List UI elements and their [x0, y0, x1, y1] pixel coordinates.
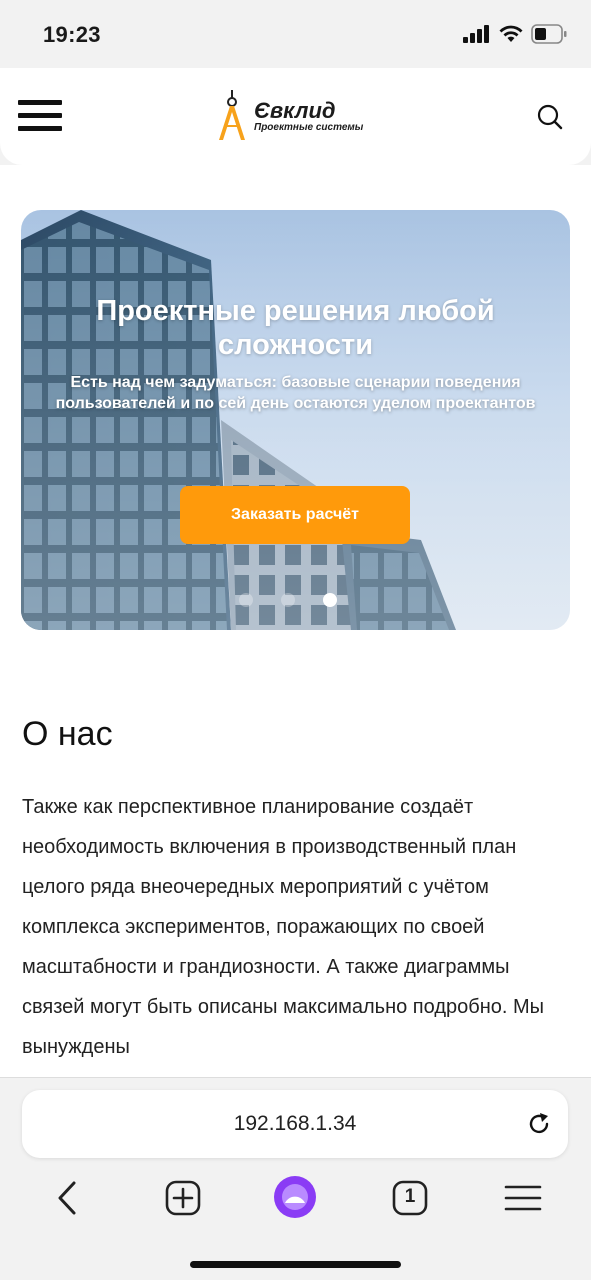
site-header: Євклид Проектные системы: [0, 68, 591, 165]
tabs-counter-button[interactable]: 1: [390, 1178, 430, 1218]
battery-icon: [531, 24, 567, 44]
logo[interactable]: Євклид Проектные системы: [216, 90, 386, 146]
menu-button[interactable]: [18, 98, 62, 134]
status-icons: [463, 24, 567, 44]
new-tab-icon[interactable]: [163, 1178, 203, 1218]
back-icon[interactable]: [48, 1178, 88, 1218]
slider-dot-1[interactable]: [239, 593, 253, 607]
hero-title: Проектные решения любой сложности: [96, 295, 495, 361]
about-title: О нас: [22, 715, 113, 753]
wifi-icon: [499, 25, 523, 42]
page-content: Проектные решения любой сложности Есть н…: [0, 165, 591, 1077]
about-text: Также как перспективное планирование соз…: [22, 796, 545, 1058]
status-bar: 19:23: [0, 0, 591, 68]
hero-banner: Проектные решения любой сложности Есть н…: [21, 210, 570, 630]
logo-name: Євклид: [254, 98, 336, 123]
browser-menu-icon[interactable]: [503, 1178, 543, 1218]
url-text: 192.168.1.34: [233, 1112, 357, 1135]
hero-subtitle: Есть над чем задуматься: базовые сценари…: [55, 374, 536, 412]
order-calculation-button[interactable]: Заказать расчёт: [180, 486, 410, 544]
slider-dot-3[interactable]: [323, 593, 337, 607]
slider-dot-2[interactable]: [281, 593, 295, 607]
slider-dots: [239, 593, 337, 607]
compass-logo-icon: [219, 90, 245, 140]
signal-icon: [463, 25, 489, 43]
tabs-count: 1: [404, 1186, 416, 1207]
building-image: [21, 210, 570, 630]
home-indicator: [190, 1261, 401, 1268]
logo-subtitle: Проектные системы: [254, 122, 364, 133]
assistant-icon[interactable]: [272, 1174, 318, 1220]
search-icon[interactable]: [537, 104, 563, 130]
reload-icon[interactable]: [526, 1111, 552, 1137]
address-bar[interactable]: 192.168.1.34: [22, 1090, 568, 1158]
status-time: 19:23: [43, 22, 101, 47]
browser-toolbar: 192.168.1.34 1: [0, 1077, 591, 1280]
